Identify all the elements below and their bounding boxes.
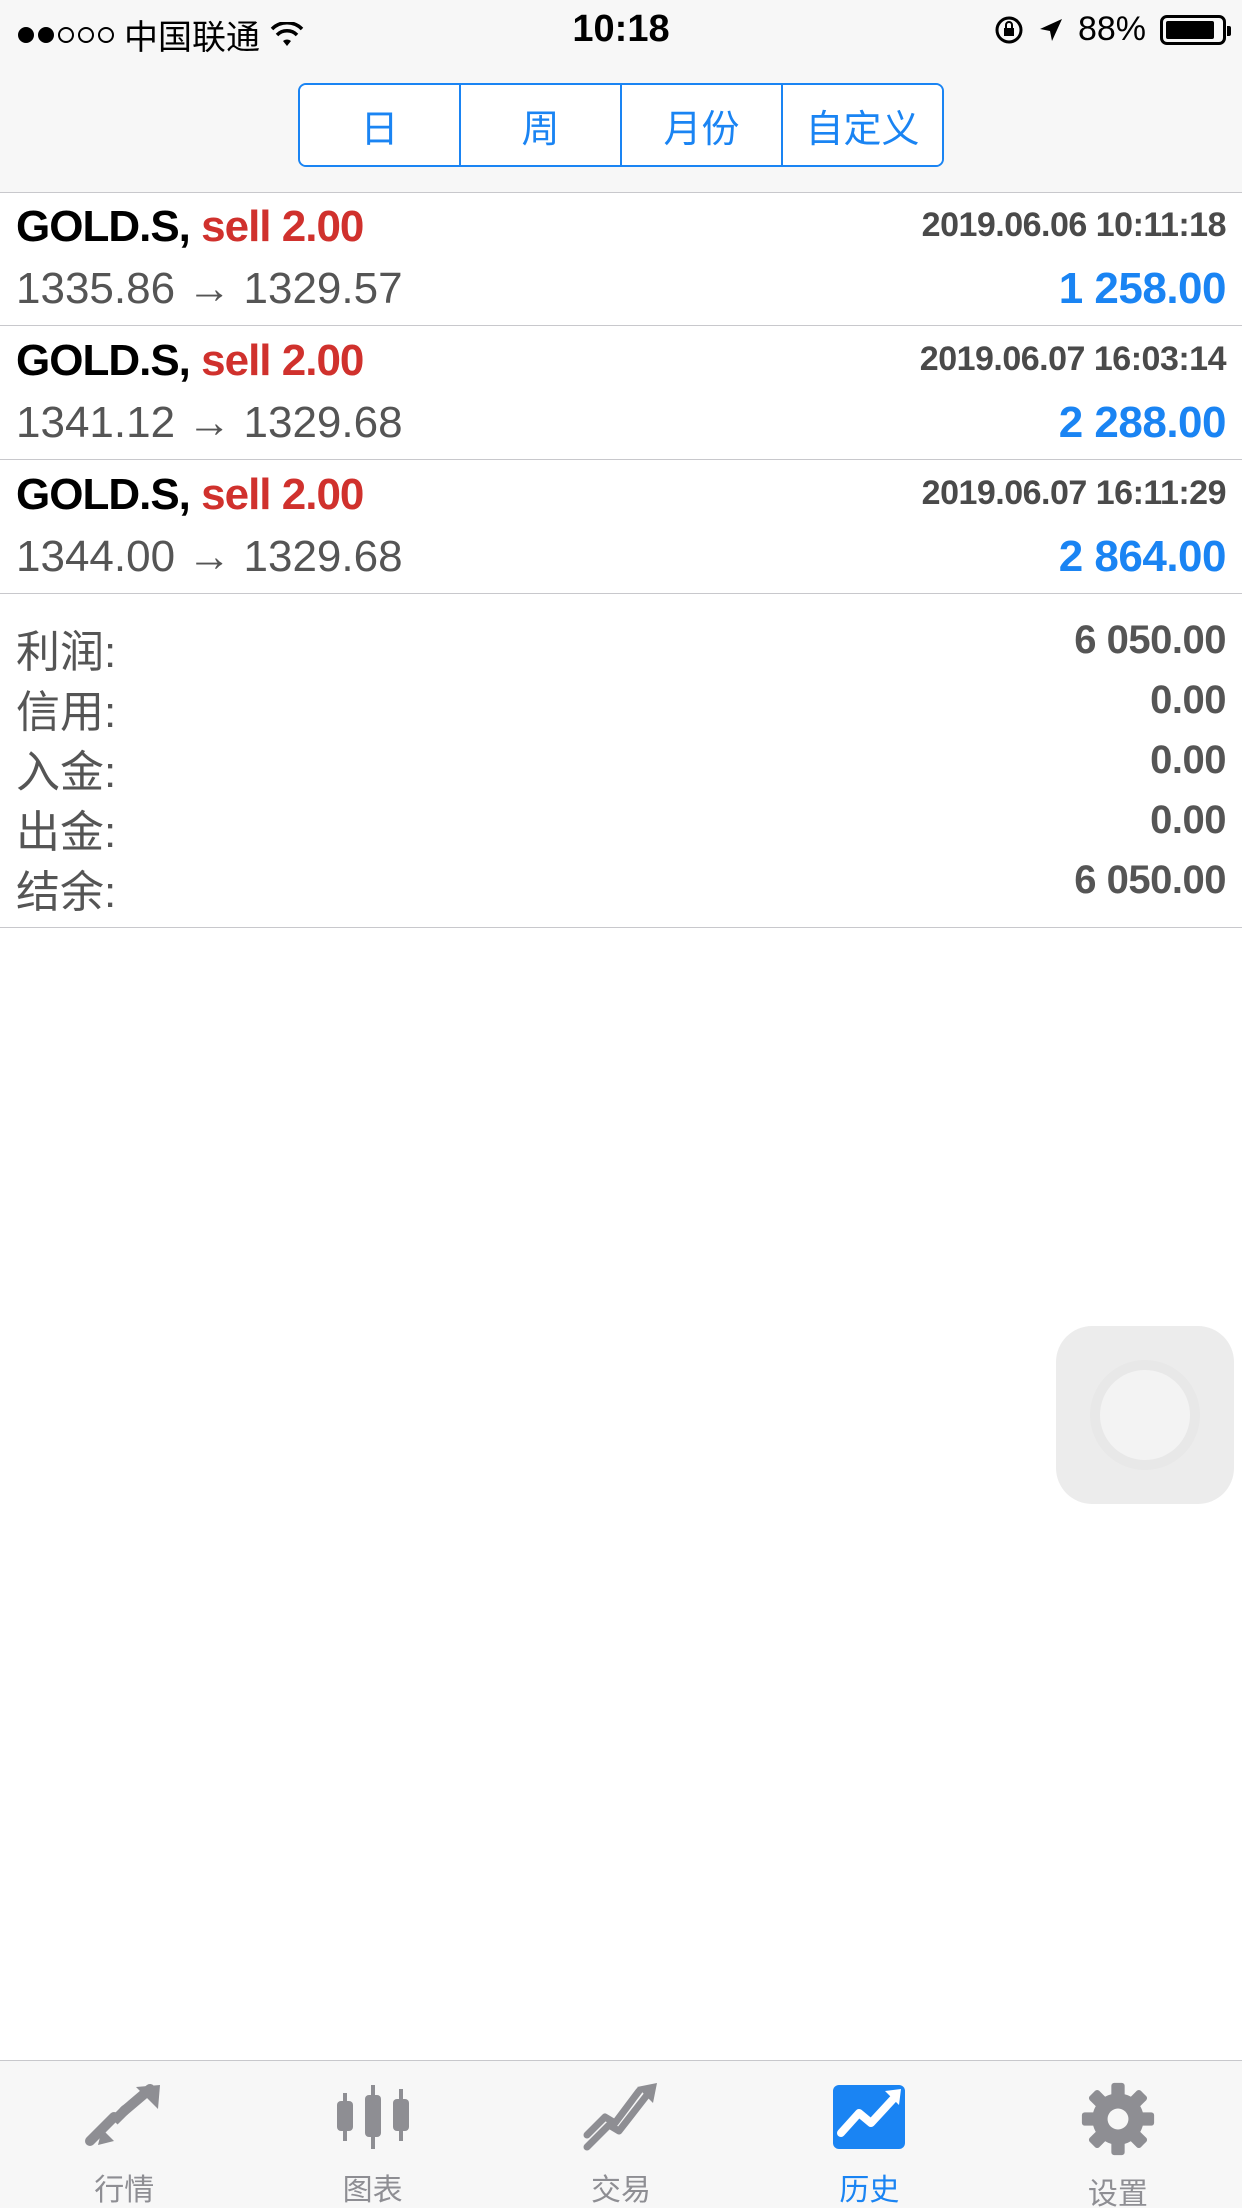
trade-type: sell 2.00: [201, 336, 364, 385]
settings-icon: [1076, 2081, 1160, 2157]
account-summary: 利润: 6 050.00 信用: 0.00 入金: 0.00 出金: 0.00 …: [0, 596, 1242, 928]
summary-row-credit: 信用: 0.00: [0, 672, 1242, 737]
trade-prices: 1344.00 → 1329.68: [16, 532, 403, 581]
trade-row[interactable]: GOLD.S, sell 2.00 2019.06.07 16:11:29 13…: [0, 460, 1242, 594]
status-right: 88%: [994, 10, 1231, 49]
battery-level: [1166, 20, 1214, 39]
bottom-tab-bar: 行情 图表 交易 历史 设置: [0, 2060, 1242, 2208]
summary-value: 6 050.00: [1074, 858, 1226, 902]
trade-time: 2019.06.06 10:11:18: [921, 206, 1227, 244]
tab-label: 交易: [591, 2174, 652, 2207]
trade-symbol: GOLD.S,: [16, 336, 191, 385]
summary-row-profit: 利润: 6 050.00: [0, 612, 1242, 677]
tab-history[interactable]: 历史: [745, 2061, 993, 2208]
trade-title: GOLD.S, sell 2.00: [16, 470, 364, 520]
summary-label: 信用:: [16, 688, 117, 737]
trade-type: sell 2.00: [201, 202, 364, 251]
summary-label: 结余:: [16, 868, 117, 917]
trade-prices: 1341.12 → 1329.68: [16, 398, 403, 447]
period-tab-day[interactable]: 日: [300, 85, 459, 165]
summary-label: 入金:: [16, 748, 117, 797]
trade-time: 2019.06.07 16:11:29: [921, 474, 1227, 512]
tab-label: 设置: [1087, 2178, 1148, 2208]
period-tab-custom[interactable]: 自定义: [781, 85, 942, 165]
summary-value: 0.00: [1150, 678, 1226, 722]
summary-label: 利润:: [16, 628, 117, 677]
battery-percent: 88%: [1077, 10, 1146, 48]
summary-row-withdrawal: 出金: 0.00: [0, 792, 1242, 857]
summary-label: 出金:: [16, 808, 117, 857]
tab-quotes[interactable]: 行情: [0, 2061, 248, 2208]
period-tab-month[interactable]: 月份: [620, 85, 781, 165]
trade-profit: 2 864.00: [1058, 532, 1227, 581]
orientation-lock-icon: [995, 16, 1023, 43]
period-tab-week[interactable]: 周: [459, 85, 620, 165]
trade-profit: 1 258.00: [1058, 264, 1227, 313]
trade-title: GOLD.S, sell 2.00: [16, 202, 364, 252]
history-screen: 中国联通 10:18 88% 日 周 月份 自定义 GOLD.S, sell 2…: [0, 0, 1242, 2208]
summary-row-balance: 结余: 6 050.00: [0, 852, 1242, 917]
quotes-icon: [82, 2081, 166, 2153]
battery-icon: [1160, 14, 1231, 45]
tab-label: 行情: [94, 2174, 155, 2207]
summary-value: 0.00: [1150, 798, 1226, 842]
status-bar: 中国联通 10:18 88%: [0, 0, 1242, 62]
trade-time: 2019.06.07 16:03:14: [919, 340, 1227, 378]
summary-row-deposit: 入金: 0.00: [0, 732, 1242, 797]
period-segmented-control: 日 周 月份 自定义: [298, 83, 944, 167]
trade-row[interactable]: GOLD.S, sell 2.00 2019.06.06 10:11:18 13…: [0, 192, 1242, 326]
assistive-touch-icon: [1100, 1370, 1190, 1460]
trade-row[interactable]: GOLD.S, sell 2.00 2019.06.07 16:03:14 13…: [0, 326, 1242, 460]
trade-history-list: GOLD.S, sell 2.00 2019.06.06 10:11:18 13…: [0, 192, 1242, 594]
trade-type: sell 2.00: [201, 470, 364, 519]
period-selector-area: 日 周 月份 自定义: [0, 62, 1242, 193]
tab-charts[interactable]: 图表: [248, 2061, 496, 2208]
trade-symbol: GOLD.S,: [16, 470, 191, 519]
trade-icon: [579, 2081, 663, 2153]
trade-symbol: GOLD.S,: [16, 202, 191, 251]
tab-trade[interactable]: 交易: [497, 2061, 745, 2208]
tab-label: 图表: [342, 2174, 403, 2207]
location-arrow-icon: [1039, 18, 1062, 41]
trade-prices: 1335.86 → 1329.57: [16, 264, 403, 313]
tab-settings[interactable]: 设置: [994, 2061, 1242, 2208]
trade-title: GOLD.S, sell 2.00: [16, 336, 364, 386]
history-icon: [827, 2081, 911, 2153]
tab-label: 历史: [839, 2174, 900, 2207]
chart-icon: [331, 2081, 415, 2153]
summary-value: 6 050.00: [1074, 618, 1226, 662]
trade-profit: 2 288.00: [1058, 398, 1227, 447]
assistive-touch-button[interactable]: [1056, 1326, 1234, 1504]
summary-value: 0.00: [1150, 738, 1226, 782]
